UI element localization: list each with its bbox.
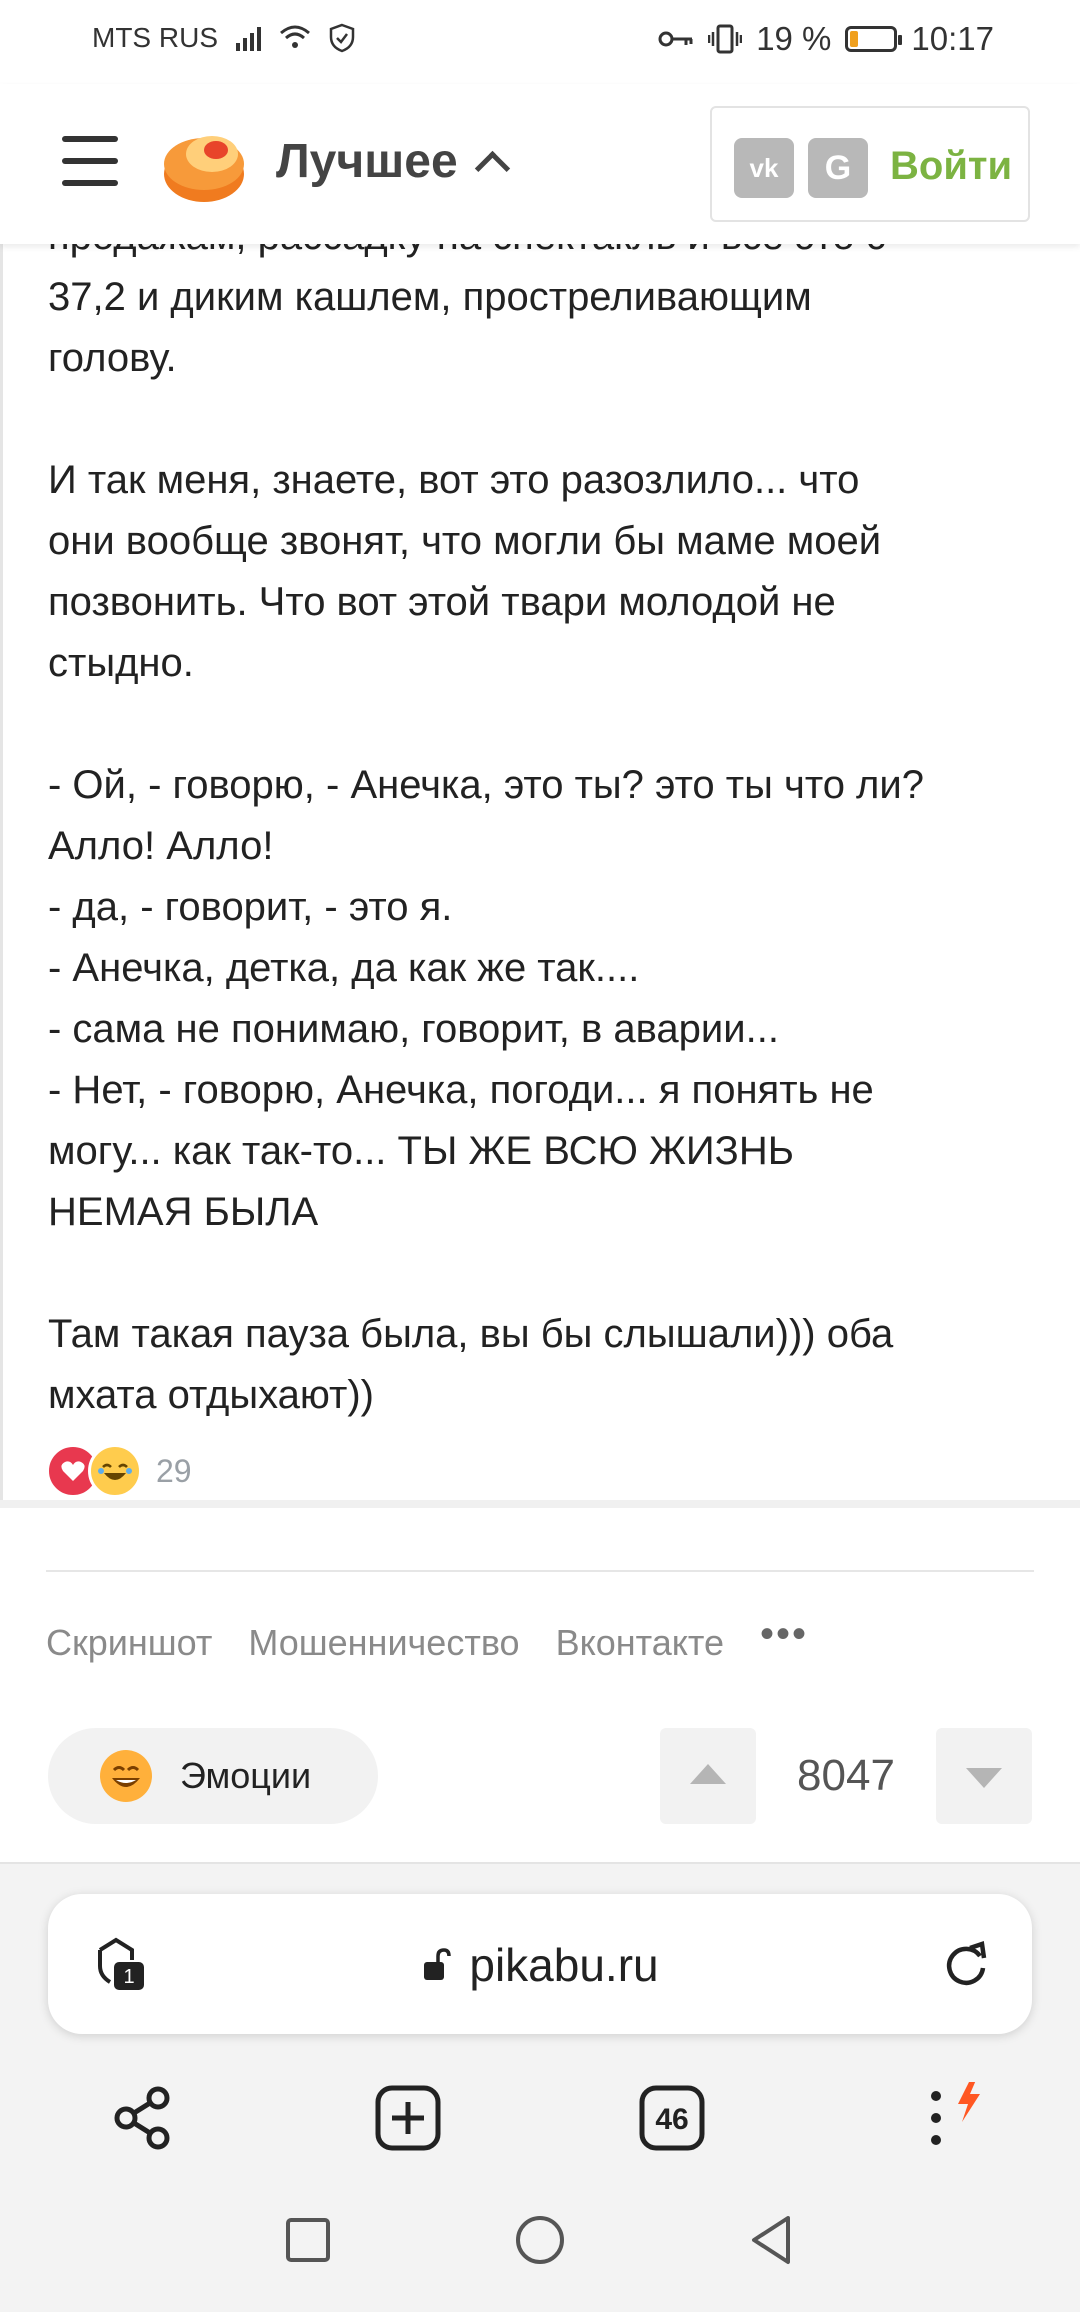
post-line: - Ой, - говорю, - Анечка, это ты? это ты… (48, 763, 924, 807)
post-line: НЕМАЯ БЫЛА (48, 1190, 319, 1234)
post-text: продажам, рассадку на спектакль и всё эт… (48, 244, 1038, 1426)
tabs-counter-icon[interactable]: 46 (636, 2082, 708, 2154)
more-menu-icon[interactable] (900, 2082, 996, 2154)
back-icon[interactable] (744, 2212, 800, 2268)
post-line: могу... как так-то... ТЫ ЖЕ ВСЮ ЖИЗНЬ (48, 1129, 794, 1173)
menu-icon[interactable] (62, 136, 118, 186)
tag-item[interactable]: Вконтакте (556, 1622, 724, 1664)
post-line: 37,2 и диким кашлем, простреливающим (48, 275, 812, 319)
vibrate-icon (708, 24, 743, 54)
google-login-button[interactable]: G (808, 138, 868, 198)
tags-divider (46, 1570, 1034, 1572)
divider (0, 1500, 1080, 1508)
recents-icon[interactable] (280, 2212, 336, 2268)
tag-item[interactable]: Скриншот (46, 1622, 212, 1664)
browser-toolbar: 1 pikabu.ru 46 (0, 1862, 1080, 2164)
vk-login-button[interactable]: vk (734, 138, 794, 198)
post-line: стыдно. (48, 641, 194, 685)
wifi-icon (280, 25, 310, 48)
share-icon[interactable] (106, 2082, 178, 2154)
battery-icon (845, 26, 903, 52)
arrow-up-icon (690, 1764, 726, 1784)
login-button[interactable]: Войти (890, 144, 1012, 189)
post-line: - Нет, - говорю, Анечка, погоди... я пон… (48, 1068, 874, 1112)
reload-icon[interactable] (940, 1938, 992, 1990)
tabs-count: 46 (655, 2103, 688, 2136)
post-line: - да, - говорит, - это я. (48, 885, 453, 929)
site-header: Лучшее vk G Войти (0, 84, 1080, 244)
reaction-count: 29 (156, 1452, 192, 1489)
signal-icon (236, 25, 261, 51)
system-navigation-bar (0, 2162, 1080, 2312)
post-line: - сама не понимаю, говорит, в аварии... (48, 1007, 779, 1051)
key-icon (658, 31, 693, 47)
post-line: И так меня, знаете, вот это разозлило...… (48, 458, 860, 502)
url-text: pikabu.ru (469, 1939, 659, 1991)
battery-fill (850, 31, 859, 47)
status-bar: MTS RUS 19 % 10:17 (0, 0, 1080, 84)
post-line: голову. (48, 336, 177, 380)
auth-box: vk G Войти (710, 106, 1030, 222)
emotions-label: Эмоции (180, 1755, 312, 1796)
more-tags-icon[interactable]: ••• (760, 1612, 808, 1664)
lock-icon (424, 1948, 452, 1980)
google-icon: G (824, 148, 852, 187)
tag-list: Скриншот Мошенничество Вконтакте ••• (46, 1612, 808, 1664)
shield-check-icon (329, 23, 355, 53)
emotions-button[interactable]: Эмоции (48, 1728, 378, 1824)
smile-icon (100, 1750, 152, 1802)
post-line: они вообще звонят, что могли бы маме мое… (48, 519, 882, 563)
rating-count: 8047 (797, 1751, 895, 1800)
post-content: продажам, рассадку на спектакль и всё эт… (0, 244, 1080, 1500)
post-line: продажам, рассадку на спектакль и всё эт… (48, 244, 1038, 267)
downvote-button[interactable] (936, 1728, 1032, 1824)
tag-item[interactable]: Мошенничество (248, 1622, 519, 1664)
reactions[interactable]: 29 (46, 1444, 192, 1498)
carrier-name: MTS RUS (92, 22, 218, 53)
vk-icon: vk (749, 152, 779, 183)
battery-percent: 19 % (756, 20, 832, 57)
clock: 10:17 (911, 20, 994, 57)
upvote-button[interactable] (660, 1728, 756, 1824)
section-title: Лучшее (276, 135, 458, 188)
address-bar[interactable]: 1 pikabu.ru (48, 1894, 1032, 2034)
home-icon[interactable] (512, 2212, 568, 2268)
pikabu-logo[interactable] (160, 124, 248, 204)
new-tab-icon[interactable] (372, 2082, 444, 2154)
laughing-reaction-icon (88, 1444, 142, 1498)
update-badge-icon (958, 2082, 980, 2122)
post-line: Там такая пауза была, вы бы слышали))) о… (48, 1312, 894, 1356)
arrow-down-icon (966, 1768, 1002, 1788)
post-line: - Анечка, детка, да как же так.... (48, 946, 640, 990)
post-line: позвонить. Что вот этой твари молодой не (48, 580, 836, 624)
chevron-up-icon (474, 150, 510, 187)
post-line: мхата отдыхают)) (48, 1373, 374, 1417)
post-line: Алло! Алло! (48, 824, 274, 868)
post-border (0, 244, 3, 1500)
section-selector[interactable]: Лучшее (276, 134, 510, 189)
